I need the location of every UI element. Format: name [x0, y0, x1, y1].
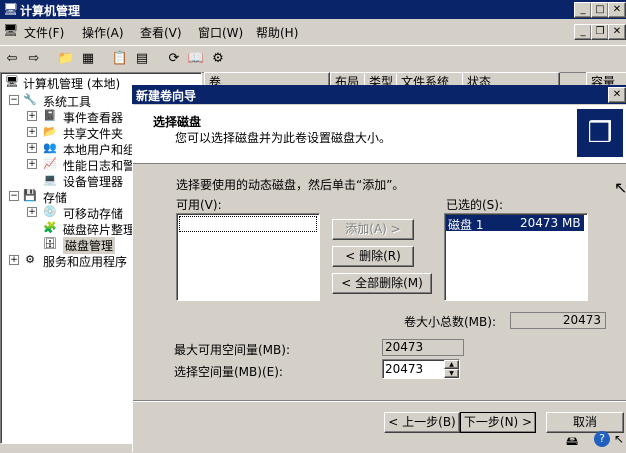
spin-up-icon[interactable]: ▲: [444, 360, 459, 369]
services-icon: ⚙: [25, 253, 35, 266]
maximize-icon[interactable]: □: [591, 2, 609, 18]
menu-action[interactable]: 操作(A): [82, 24, 124, 41]
help-book-icon[interactable]: 📖: [186, 49, 206, 68]
drive-icon: 🖴: [566, 434, 579, 448]
users-icon: 👥: [43, 141, 57, 154]
minimize-icon[interactable]: _: [574, 2, 592, 18]
computer-management-icon: 🖥: [3, 2, 19, 16]
removable-storage-icon: 💿: [43, 205, 57, 218]
help-icon[interactable]: ?: [594, 431, 610, 447]
available-focus-rect: [179, 216, 317, 232]
expand-services-icon[interactable]: +: [9, 255, 19, 265]
child-minimize-icon[interactable]: _: [574, 24, 592, 40]
tree-item-shared-folders[interactable]: 共享文件夹: [63, 125, 123, 142]
tree-item-defrag[interactable]: 磁盘碎片整理: [63, 221, 135, 238]
tree-item-disk-management[interactable]: 磁盘管理: [63, 237, 116, 254]
tree-item-services[interactable]: 服务和应用程序: [43, 253, 127, 270]
remove-button[interactable]: < 删除(R): [332, 246, 414, 267]
tree-item-root[interactable]: 计算机管理 (本地): [23, 75, 120, 92]
expand-removable-icon[interactable]: +: [27, 207, 37, 217]
export-list-icon[interactable]: ▤: [132, 49, 152, 68]
properties-icon[interactable]: 📋: [110, 49, 130, 68]
next-button[interactable]: 下一步(N) >: [460, 412, 536, 433]
disk-management-icon: 🗄: [43, 237, 57, 250]
forward-arrow-icon[interactable]: ⇨: [24, 49, 44, 68]
tools-icon: 🔧: [23, 93, 37, 106]
wizard-title-bar[interactable]: 新建卷向导 ✕: [132, 85, 626, 104]
wizard-header: 选择磁盘 您可以选择磁盘并为此卷设置磁盘大小。 ❒: [133, 105, 626, 164]
max-space-label: 最大可用空间量(MB):: [174, 343, 290, 357]
child-restore-icon[interactable]: ❐: [591, 24, 609, 40]
menu-file[interactable]: 文件(F): [24, 24, 64, 41]
selected-disks-list[interactable]: 磁盘 1 20473 MB: [444, 213, 588, 301]
back-arrow-icon[interactable]: ⇦: [2, 49, 22, 68]
select-space-stepper[interactable]: 20473 ▲ ▼: [382, 359, 460, 379]
status-icons: 🖴 ? ↖: [564, 430, 626, 450]
list-item[interactable]: 磁盘 1 20473 MB: [446, 215, 584, 232]
performance-icon: 📈: [43, 157, 57, 170]
shared-folder-icon: 📂: [43, 125, 57, 138]
remove-all-button[interactable]: < 全部删除(M): [332, 273, 432, 294]
tree-item-perf-logs[interactable]: 性能日志和警: [63, 157, 135, 174]
back-button[interactable]: < 上一步(B): [384, 412, 460, 433]
available-disks-list[interactable]: [176, 213, 320, 301]
total-size-value: 20473: [510, 312, 606, 329]
tree-item-storage[interactable]: 存储: [43, 189, 67, 206]
tree-item-local-users[interactable]: 本地用户和组: [63, 141, 135, 158]
up-folder-icon[interactable]: 📁: [56, 49, 76, 68]
add-button[interactable]: 添加(A) >: [332, 219, 414, 240]
expand-local-users-icon[interactable]: +: [27, 143, 37, 153]
event-viewer-icon: 📓: [43, 109, 57, 122]
storage-icon: 💾: [23, 189, 37, 202]
menu-window[interactable]: 窗口(W): [198, 24, 243, 41]
wizard-title: 新建卷向导: [136, 89, 197, 103]
device-manager-icon: 💻: [43, 173, 57, 186]
close-icon[interactable]: ✕: [608, 2, 626, 18]
spin-down-icon[interactable]: ▼: [444, 369, 459, 378]
computer-icon: 🖥: [5, 75, 19, 88]
expand-event-viewer-icon[interactable]: +: [27, 111, 37, 121]
child-close-icon[interactable]: ✕: [608, 24, 626, 40]
tree-item-device-manager[interactable]: 设备管理器: [63, 173, 123, 190]
menu-view[interactable]: 查看(V): [140, 24, 182, 41]
pointer-icon: ↖: [614, 432, 625, 446]
defrag-icon: 🧩: [43, 221, 57, 234]
wizard-divider: [133, 400, 626, 402]
collapse-storage-icon[interactable]: −: [9, 191, 19, 201]
show-tree-icon[interactable]: ▦: [78, 49, 98, 68]
main-title-bar[interactable]: 🖥 计算机管理 _ □ ✕: [0, 0, 626, 19]
available-label: 可用(V):: [176, 198, 222, 212]
select-space-input[interactable]: 20473: [385, 362, 423, 376]
menu-help[interactable]: 帮助(H): [256, 24, 298, 41]
app-menu-icon[interactable]: 🖥: [3, 23, 18, 37]
menu-bar: 🖥 文件(F) 操作(A) 查看(V) 窗口(W) 帮助(H) _ ❐ ✕: [0, 20, 626, 42]
collapse-system-tools-icon[interactable]: −: [9, 95, 19, 105]
disk-settings-icon[interactable]: ⚙: [208, 49, 228, 68]
resize-cursor-icon: ↖: [614, 178, 626, 197]
refresh-icon[interactable]: ⟳: [164, 49, 184, 68]
tree-item-system-tools[interactable]: 系统工具: [43, 93, 91, 110]
expand-shared-folders-icon[interactable]: +: [27, 127, 37, 137]
wizard-heading: 选择磁盘: [153, 115, 202, 129]
tree-item-removable-storage[interactable]: 可移动存储: [63, 205, 123, 222]
instruction-text: 选择要使用的动态磁盘，然后单击“添加”。: [176, 178, 405, 192]
toolbar: ⇦ ⇨ 📁 ▦ 📋 ▤ ⟳ 📖 ⚙: [0, 45, 626, 73]
expand-perf-logs-icon[interactable]: +: [27, 159, 37, 169]
wizard-subheading: 您可以选择磁盘并为此卷设置磁盘大小。: [175, 131, 392, 145]
max-space-value: 20473: [382, 339, 464, 356]
disk-stack-icon: ❒: [577, 109, 623, 157]
selected-label: 已选的(S):: [446, 198, 504, 212]
select-space-label: 选择空间量(MB)(E):: [174, 365, 283, 379]
tree-item-event-viewer[interactable]: 事件查看器: [63, 109, 123, 126]
window-title: 计算机管理: [20, 4, 81, 18]
selected-disk-name: 磁盘 1: [448, 218, 484, 232]
wizard-close-icon[interactable]: ✕: [608, 87, 626, 103]
total-size-label: 卷大小总数(MB):: [404, 315, 496, 329]
selected-disk-size: 20473 MB: [520, 216, 581, 230]
